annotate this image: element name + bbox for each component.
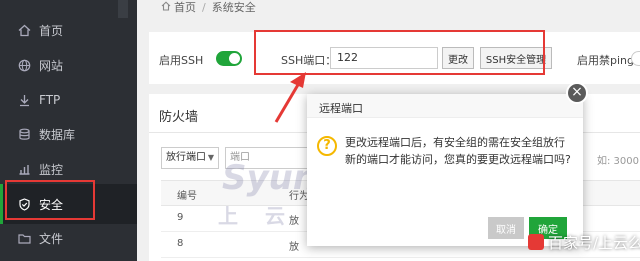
close-icon[interactable]: × [566,82,588,104]
brand-logo-icon [528,234,544,250]
cancel-button[interactable]: 取消 [488,217,524,239]
overlay-layer: Syunz.com 上 云 教 程 远程端口 ? 更改远程端口后，有安全组的需在… [0,0,640,261]
brand-text: 百家号/上云么 [548,234,640,252]
brand-watermark: 百家号/上云么 [528,232,640,253]
dialog-title: 远程端口 [319,102,363,115]
dialog-header: 远程端口 [307,94,583,118]
dialog-message: 更改远程端口后，有安全组的需在安全组放行新的端口才能访问，您真的要更改远程端口吗… [345,136,571,166]
confirm-dialog: 远程端口 ? 更改远程端口后，有安全组的需在安全组放行新的端口才能访问，您真的要… [307,94,583,246]
question-icon: ? [317,136,337,156]
